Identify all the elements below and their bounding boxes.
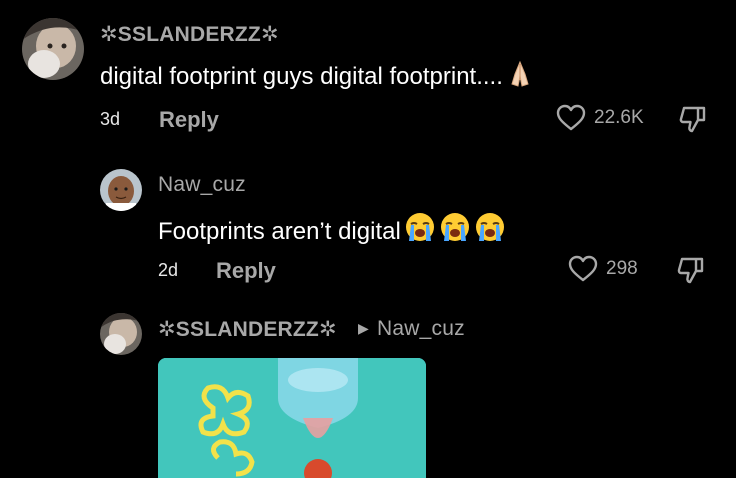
avatar[interactable] [100, 313, 142, 355]
pray-emoji [506, 60, 534, 95]
comment-text: digital footprint guys digital footprint… [100, 60, 534, 95]
reply-to-username[interactable]: Naw_cuz [377, 317, 465, 341]
comment-time: 3d [100, 109, 121, 129]
reply-button[interactable]: Reply [159, 107, 219, 133]
gif-image[interactable] [158, 358, 426, 478]
reply-button[interactable]: Reply [216, 258, 276, 284]
thumbs-down-icon [678, 106, 708, 138]
dislike-button[interactable] [676, 255, 706, 290]
heart-icon [568, 255, 598, 283]
comment-username[interactable]: Naw_cuz [158, 173, 246, 197]
like-button[interactable]: 298 [568, 255, 638, 283]
dislike-button[interactable] [678, 104, 708, 139]
like-count: 22.6K [594, 107, 644, 128]
avatar[interactable] [22, 18, 84, 80]
comment-username[interactable]: ✲SSLANDERZZ✲ [100, 22, 279, 47]
comment-time: 2d [158, 260, 179, 280]
like-button[interactable]: 22.6K [556, 104, 644, 132]
like-count: 298 [606, 258, 638, 279]
reply-arrow-icon: ▶ [358, 320, 369, 336]
heart-icon [556, 104, 586, 132]
comment-text: Footprints aren’t digital [158, 211, 506, 250]
crying-emoji [439, 211, 471, 250]
comment-username[interactable]: ✲SSLANDERZZ✲ [158, 317, 337, 342]
thumbs-down-icon [676, 257, 706, 289]
crying-emoji [404, 211, 436, 250]
avatar[interactable] [100, 169, 142, 211]
crying-emoji [474, 211, 506, 250]
